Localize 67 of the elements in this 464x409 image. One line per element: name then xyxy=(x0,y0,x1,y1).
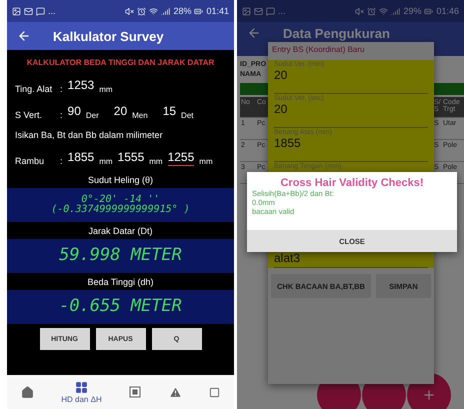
nav-item[interactable]: HD dan ΔH xyxy=(61,380,102,404)
input-field[interactable]: 20 xyxy=(114,104,128,120)
frame-icon xyxy=(129,386,142,398)
calculator-heading: KALKULATOR BEDA TINGGI DAN JARAK DATAR xyxy=(26,58,216,67)
input-field[interactable]: 1253 xyxy=(68,78,94,94)
nav-item[interactable] xyxy=(20,386,34,398)
back-icon[interactable] xyxy=(247,26,261,40)
dialog-title: Entry BS (Koordinat) Baru xyxy=(271,44,366,56)
app-title: Kalkulator Survey xyxy=(53,28,164,44)
input-field[interactable]: 90 xyxy=(68,104,81,120)
result-label: Jarak Datar (Dt) xyxy=(88,226,152,236)
chat-icon xyxy=(36,6,45,16)
unit-label: mm xyxy=(199,157,213,166)
square-icon xyxy=(209,386,220,398)
colon: : xyxy=(60,110,63,120)
more-indicator: ... xyxy=(48,6,56,16)
back-icon[interactable] xyxy=(17,29,31,43)
wifi-icon xyxy=(149,6,158,16)
signal-icon xyxy=(161,6,170,16)
plus-icon xyxy=(422,388,436,402)
battery-icon xyxy=(424,6,434,16)
more-indicator: ... xyxy=(278,6,286,16)
wifi-icon xyxy=(379,6,388,16)
mail-icon xyxy=(24,6,33,16)
signal-icon xyxy=(391,6,400,16)
mute-icon xyxy=(355,6,364,16)
nav-item[interactable] xyxy=(209,386,220,398)
field-label: Rambu xyxy=(15,156,46,166)
result-label: Sudut Heling (θ) xyxy=(88,175,154,185)
input-field[interactable]: 1255 xyxy=(168,150,194,166)
mail-icon xyxy=(254,6,263,16)
unit-label: Det xyxy=(181,111,194,120)
input-field[interactable]: 1555 xyxy=(118,150,144,166)
app-title: Data Pengukuran xyxy=(283,26,390,41)
result-value: 59.998 METER xyxy=(59,247,182,265)
unit-label: Men xyxy=(132,111,148,120)
input-field[interactable]: 15 xyxy=(162,104,176,120)
input-field[interactable]: 1855 xyxy=(68,150,94,166)
alert-title: Cross Hair Validity Checks! xyxy=(279,177,425,189)
unit-label: Der xyxy=(86,111,99,120)
field-label: Ting. Alat xyxy=(15,84,54,94)
picture-icon xyxy=(242,6,251,16)
grid-icon xyxy=(74,380,88,394)
result-value: 0°-20' -14 '' xyxy=(81,194,160,204)
unit-label: mm xyxy=(99,85,113,94)
unit-label: mm xyxy=(149,157,163,166)
home-icon xyxy=(20,386,34,398)
clock: 01:41 xyxy=(206,6,229,16)
colon: : xyxy=(60,156,63,166)
result-value: -0.655 METER xyxy=(59,298,182,316)
nav-item[interactable] xyxy=(129,386,142,398)
instruction-text: Isikan Ba, Bt dan Bb dalam milimeter xyxy=(15,130,163,140)
warning-icon xyxy=(168,386,182,398)
picture-icon xyxy=(12,6,21,16)
alarm-icon xyxy=(137,6,146,16)
battery-percent: 28% xyxy=(173,6,192,16)
field-label: S Vert. xyxy=(15,110,44,120)
unit-label: mm xyxy=(99,157,113,166)
clock: 01:46 xyxy=(436,6,459,16)
chat-icon xyxy=(266,6,275,16)
battery-icon xyxy=(194,6,204,16)
mute-icon xyxy=(125,6,134,16)
battery-percent: 29% xyxy=(403,6,422,16)
result-label: Beda Tinggi (dh) xyxy=(87,277,154,287)
colon: : xyxy=(60,84,63,94)
alarm-icon xyxy=(367,6,376,16)
result-value: (-0.3374999999999915° ) xyxy=(51,205,190,216)
